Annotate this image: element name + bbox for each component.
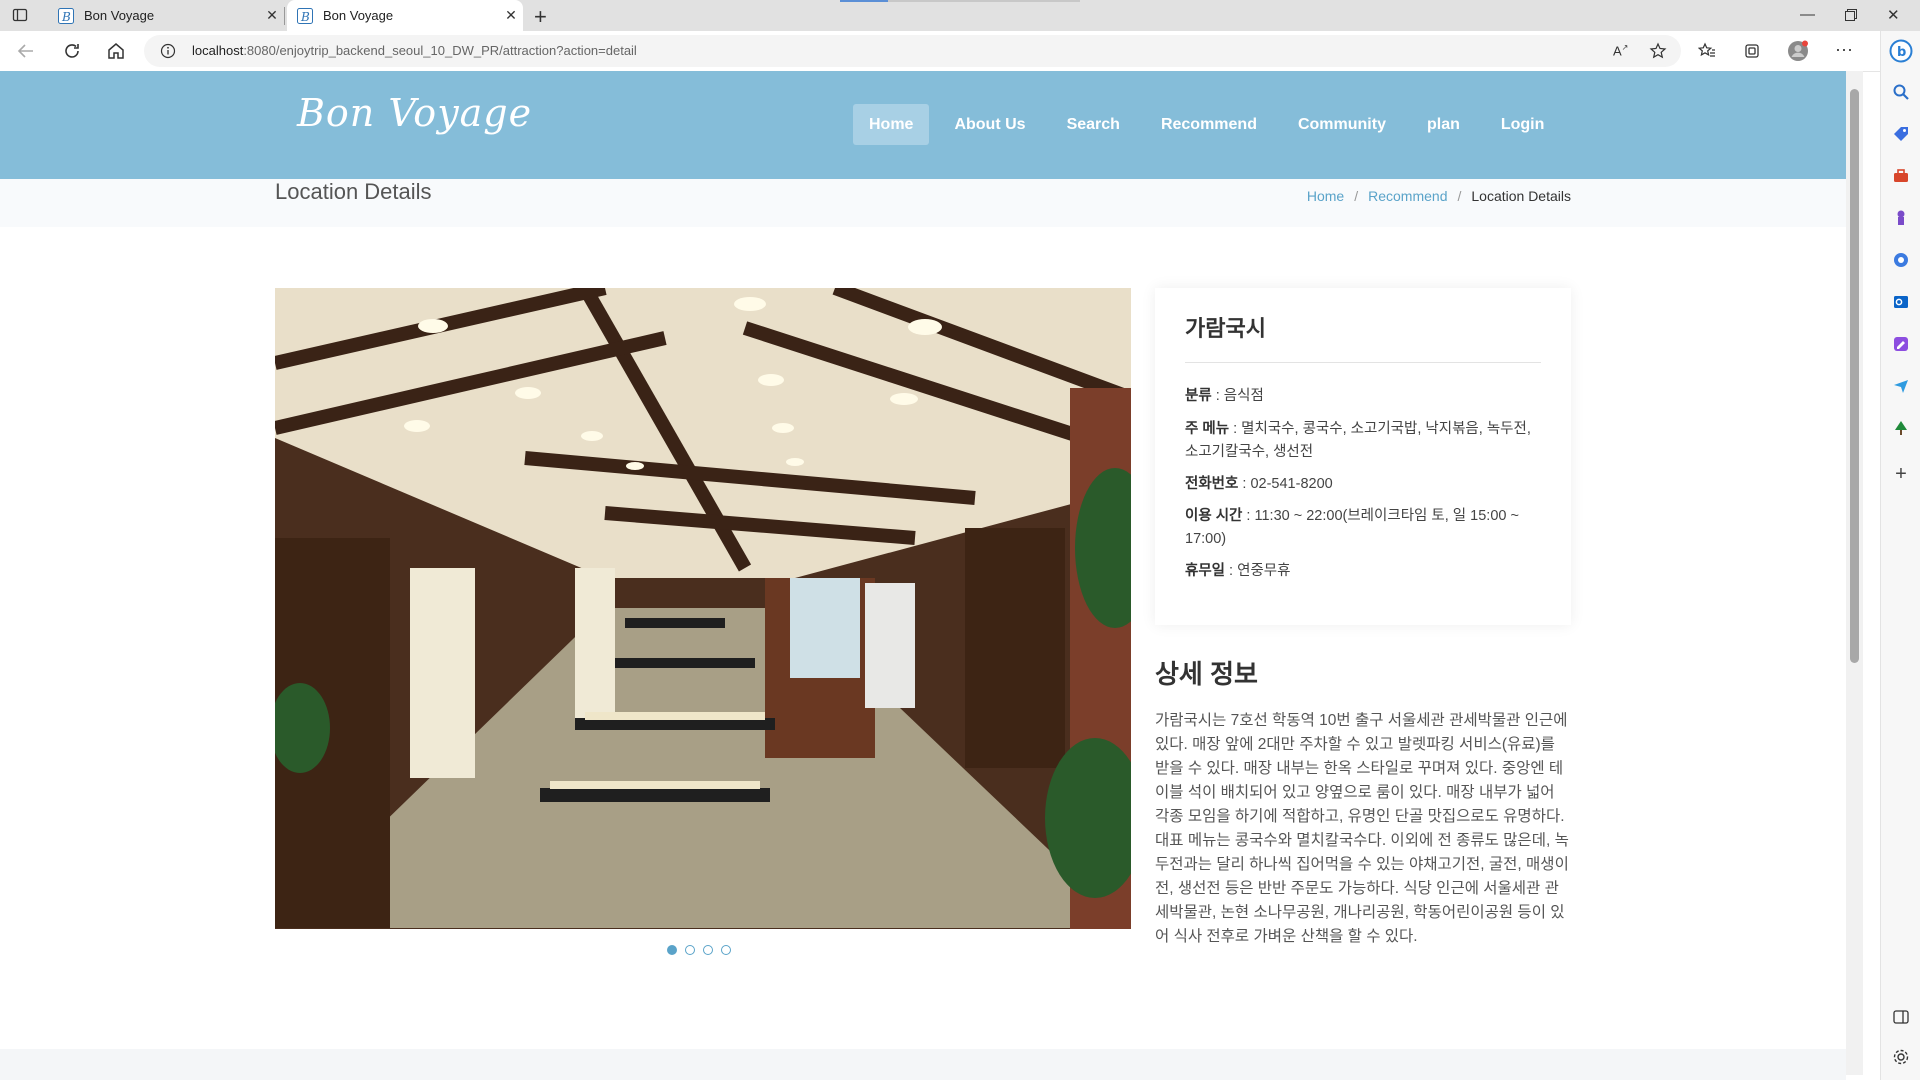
more-options-icon[interactable]: ··· — [1835, 39, 1853, 59]
nav-home[interactable]: Home — [853, 104, 930, 145]
url-path: :8080/enjoytrip_backend_seoul_10_DW_PR/a… — [243, 43, 637, 58]
tab-title: Bon Voyage — [323, 8, 394, 23]
place-name: 가람국시 — [1185, 316, 1266, 341]
carousel-dot-4[interactable] — [721, 945, 731, 955]
back-icon[interactable] — [14, 39, 38, 63]
nav-plan[interactable]: plan — [1411, 104, 1476, 145]
new-tab-icon[interactable]: + — [534, 4, 547, 30]
games-icon[interactable] — [1892, 209, 1910, 227]
add-favorite-icon[interactable] — [1649, 42, 1667, 60]
url-host: localhost — [192, 43, 244, 58]
tab-title: Bon Voyage — [84, 8, 155, 23]
bon-voyage-favicon-icon: B — [297, 7, 313, 24]
search-icon[interactable] — [1892, 83, 1910, 101]
settings-gear-icon[interactable] — [1892, 1048, 1910, 1066]
svg-text:B: B — [61, 10, 71, 24]
info-menu: 주 메뉴 : 멸치국수, 콩국수, 소고기국밥, 낙지볶음, 녹두전, 소고기칼… — [1185, 421, 1531, 460]
refresh-icon[interactable] — [60, 39, 84, 63]
menu-value: 멸치국수, 콩국수, 소고기국밥, 낙지볶음, 녹두전, 소고기칼국수, 생선전 — [1185, 421, 1531, 460]
nav-login[interactable]: Login — [1485, 104, 1561, 145]
carousel-dot-3[interactable] — [703, 945, 713, 955]
browser-tab-bar: B Bon Voyage ✕ B Bon Voyage ✕ + — ✕ — [0, 0, 1920, 31]
info-hours: 이용 시간 : 11:30 ~ 22:00(브레이크타임 토, 일 15:00 … — [1185, 508, 1519, 547]
site-info-icon[interactable] — [160, 43, 176, 59]
edge-sidebar: b + — [1880, 31, 1920, 1080]
location-photo[interactable] — [275, 288, 1131, 929]
loading-indicator — [840, 0, 1080, 2]
hide-sidebar-icon[interactable] — [1892, 1008, 1910, 1026]
detail-description: 가람국시는 7호선 학동역 10번 출구 서울세관 관세박물관 인근에 있다. … — [1155, 712, 1569, 945]
closed-value: 연중무휴 — [1237, 563, 1291, 579]
tab-actions-icon[interactable] — [12, 7, 28, 23]
microsoft-365-icon[interactable] — [1892, 251, 1910, 269]
bon-voyage-favicon-icon: B — [58, 7, 74, 24]
tree-icon[interactable] — [1892, 419, 1910, 437]
tab-close-icon[interactable]: ✕ — [260, 7, 284, 24]
tab-close-icon[interactable]: ✕ — [499, 7, 523, 24]
breadcrumb-separator: / — [1457, 188, 1462, 204]
category-value: 음식점 — [1223, 388, 1264, 404]
copilot-icon[interactable]: b — [1889, 39, 1913, 63]
carousel-dot-1[interactable] — [667, 945, 677, 955]
close-window-icon[interactable]: ✕ — [1887, 6, 1900, 24]
breadcrumb: Home / Recommend / Location Details — [1307, 188, 1571, 204]
footer-strip — [0, 1049, 1846, 1080]
svg-text:B: B — [300, 10, 310, 24]
outlook-icon[interactable] — [1892, 293, 1910, 311]
info-category: 분류 : 음식점 — [1185, 388, 1264, 404]
site-header: Bon Voyage Home About Us Search Recommen… — [0, 71, 1846, 179]
svg-text:b: b — [1897, 45, 1906, 60]
breadcrumb-current: Location Details — [1471, 188, 1571, 204]
tools-icon[interactable] — [1892, 167, 1910, 185]
scrollbar-thumb[interactable] — [1850, 89, 1859, 663]
tab-separator — [284, 7, 285, 25]
carousel-dot-2[interactable] — [685, 945, 695, 955]
page-title: Location Details — [275, 179, 432, 204]
favorites-icon[interactable] — [1698, 42, 1716, 60]
collections-icon[interactable] — [1743, 42, 1761, 60]
nav-recommend[interactable]: Recommend — [1145, 104, 1273, 145]
page-scrollbar[interactable] — [1846, 71, 1863, 1075]
read-aloud-icon[interactable]: A↗ — [1613, 43, 1631, 61]
breadcrumb-separator: / — [1354, 188, 1359, 204]
profile-avatar-icon[interactable] — [1787, 40, 1809, 62]
carousel-indicators — [667, 945, 739, 955]
shopping-tag-icon[interactable] — [1892, 125, 1910, 143]
address-bar-row: localhost:8080/enjoytrip_backend_seoul_1… — [0, 31, 1920, 72]
phone-label: 전화번호 — [1185, 476, 1239, 492]
category-label: 분류 — [1185, 388, 1212, 404]
url-text: localhost:8080/enjoytrip_backend_seoul_1… — [192, 43, 637, 58]
site-logo[interactable]: Bon Voyage — [297, 91, 532, 135]
restore-icon[interactable] — [1845, 9, 1857, 21]
url-field[interactable]: localhost:8080/enjoytrip_backend_seoul_1… — [144, 35, 1681, 67]
nav-about-us[interactable]: About Us — [938, 104, 1041, 145]
nav-search[interactable]: Search — [1051, 104, 1136, 145]
main-nav: Home About Us Search Recommend Community… — [853, 104, 1569, 145]
page-title-bar: Location Details Home / Recommend / Location… — [0, 179, 1846, 227]
send-icon[interactable] — [1892, 377, 1910, 395]
breadcrumb-home[interactable]: Home — [1307, 188, 1344, 204]
add-sidebar-app-icon[interactable]: + — [1892, 463, 1910, 485]
designer-icon[interactable] — [1892, 335, 1910, 353]
info-phone: 전화번호 : 02-541-8200 — [1185, 476, 1333, 492]
detail-heading: 상세 정보 — [1155, 659, 1258, 689]
browser-tab-1[interactable]: B Bon Voyage ✕ — [48, 0, 284, 31]
nav-community[interactable]: Community — [1282, 104, 1402, 145]
phone-value: 02-541-8200 — [1250, 476, 1333, 492]
location-info-card: 가람국시 분류 : 음식점 주 메뉴 : 멸치국수, 콩국수, 소고기국밥, 낙… — [1155, 288, 1571, 625]
home-icon[interactable] — [104, 39, 128, 63]
web-page: Bon Voyage Home About Us Search Recommen… — [0, 71, 1846, 1080]
breadcrumb-recommend[interactable]: Recommend — [1368, 188, 1447, 204]
card-divider — [1185, 362, 1541, 363]
minimize-icon[interactable]: — — [1800, 6, 1815, 23]
menu-label: 주 메뉴 — [1185, 421, 1230, 437]
info-closed: 휴무일 : 연중무휴 — [1185, 563, 1291, 579]
closed-label: 휴무일 — [1185, 563, 1226, 579]
hours-label: 이용 시간 — [1185, 508, 1243, 524]
browser-tab-2[interactable]: B Bon Voyage ✕ — [287, 0, 523, 31]
